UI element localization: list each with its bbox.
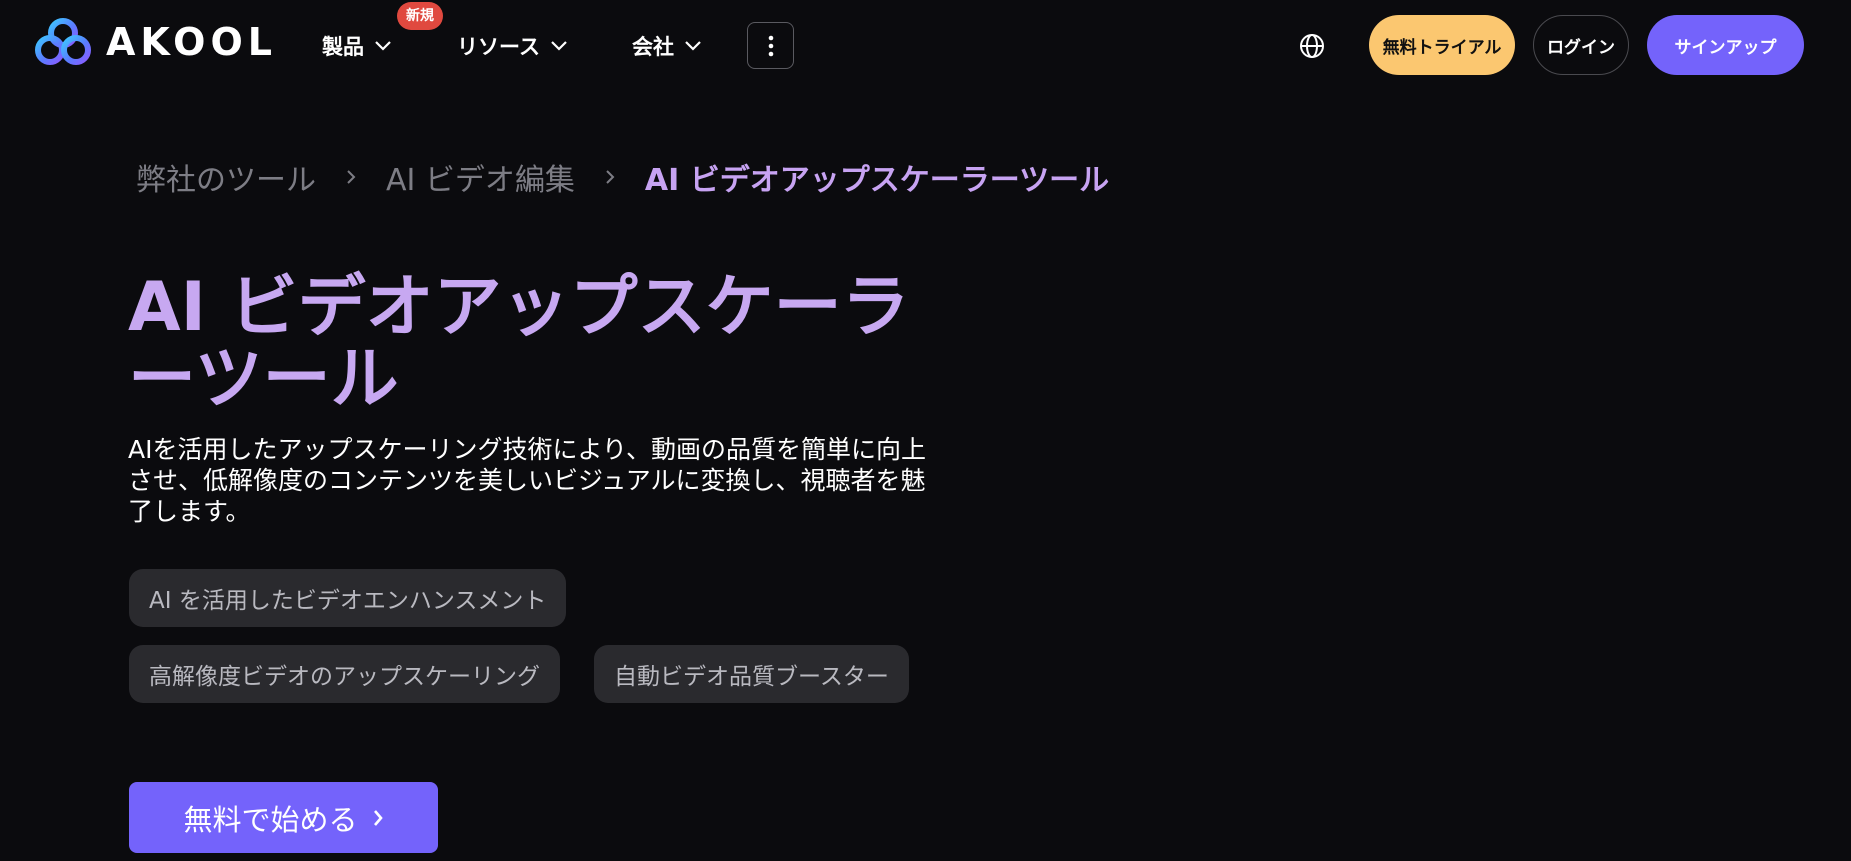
breadcrumb-item-video-editing[interactable]: AI ビデオ編集	[386, 155, 575, 199]
breadcrumb-item-current: AI ビデオアップスケーラーツール	[644, 163, 1110, 198]
site-header: AKOOL 製品 新規 リソース 会社 無料トライアル ログイン サインアップ	[0, 0, 1851, 92]
nav-resources[interactable]: リソース	[457, 26, 568, 66]
breadcrumb-item-tools[interactable]: 弊社のツール	[136, 155, 316, 199]
hero-description: AIを活用したアップスケーリング技術により、動画の品質を簡単に向上させ、低解像度…	[128, 435, 926, 526]
chevron-right-icon	[346, 169, 356, 185]
start-free-button[interactable]: 無料で始める	[129, 782, 438, 853]
page-title-line-1: AI ビデオアップスケーラ	[128, 268, 910, 347]
chevron-right-icon	[373, 809, 383, 826]
nav-company[interactable]: 会社	[632, 26, 702, 66]
breadcrumb: 弊社のツール AI ビデオ編集 AI ビデオアップスケーラーツール	[136, 154, 1109, 200]
free-trial-button[interactable]: 無料トライアル	[1369, 15, 1515, 75]
chevron-right-icon	[605, 169, 615, 185]
feature-tag: 高解像度ビデオのアップスケーリング	[129, 645, 560, 703]
login-button[interactable]: ログイン	[1533, 15, 1629, 75]
feature-tag: 自動ビデオ品質ブースター	[594, 645, 909, 703]
chevron-down-icon	[551, 41, 567, 51]
chevron-down-icon	[375, 41, 391, 51]
nav-resources-label: リソース	[457, 35, 540, 59]
start-free-label: 無料で始める	[183, 802, 358, 837]
logo-wordmark: AKOOL	[106, 20, 277, 64]
feature-tag: AI を活用したビデオエンハンスメント	[129, 569, 567, 627]
new-badge: 新規	[397, 2, 443, 30]
nav-products[interactable]: 製品	[322, 26, 392, 66]
page-title-line-2: ーツール	[128, 340, 399, 419]
akool-logo[interactable]: AKOOL	[34, 16, 277, 68]
globe-icon	[1300, 34, 1324, 58]
akool-logo-icon	[35, 18, 91, 65]
nav-products-label: 製品	[322, 35, 364, 59]
language-button[interactable]	[1298, 32, 1326, 60]
page-title: AI ビデオアップスケーラ ーツール	[128, 272, 928, 416]
more-vertical-icon	[768, 35, 773, 56]
chevron-down-icon	[685, 41, 701, 51]
more-menu-button[interactable]	[747, 22, 794, 69]
nav-company-label: 会社	[632, 35, 674, 59]
signup-button[interactable]: サインアップ	[1647, 15, 1804, 75]
